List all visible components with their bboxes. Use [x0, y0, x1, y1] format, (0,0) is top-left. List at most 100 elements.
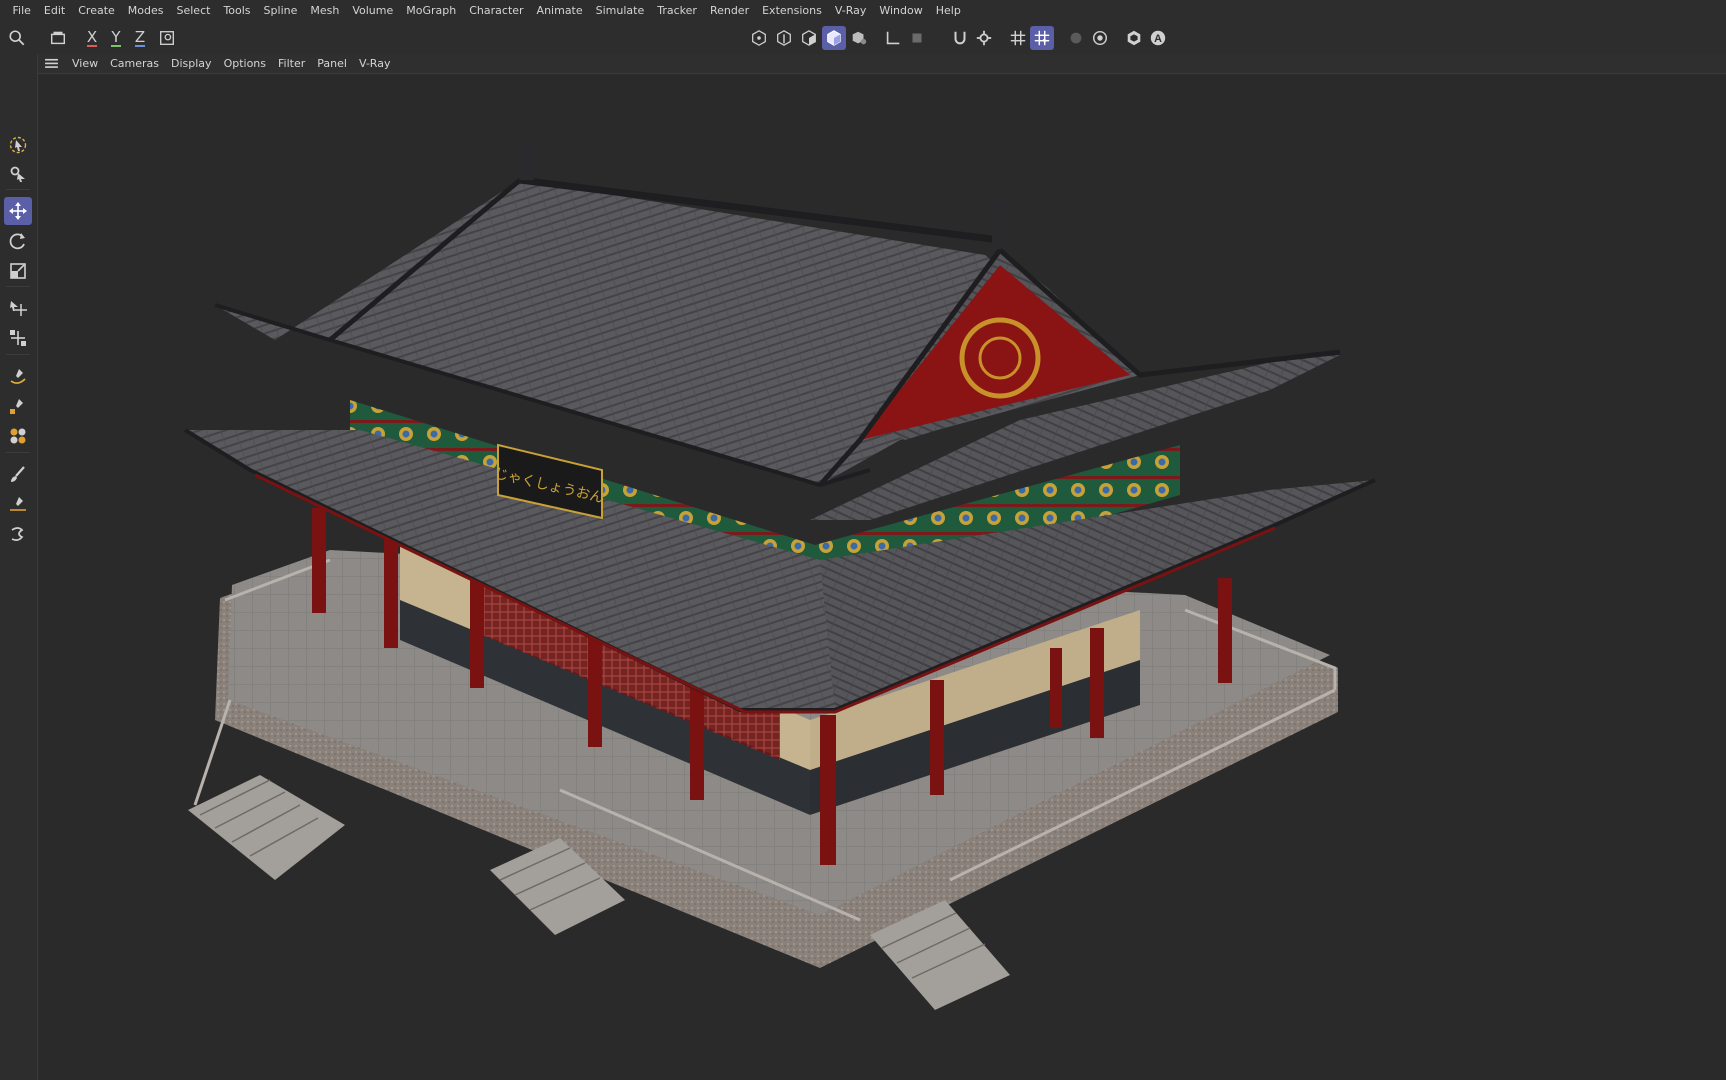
solo-button[interactable] — [905, 26, 929, 50]
search-icon — [9, 30, 25, 46]
snap-gear-icon — [976, 30, 992, 46]
axis-z-lock-button[interactable]: Z — [128, 26, 152, 50]
axis-y-lock-button[interactable]: Y — [104, 26, 128, 50]
camera-icon — [50, 31, 66, 45]
render-settings-icon — [1092, 30, 1108, 46]
viewport-menu-vray[interactable]: V-Ray — [353, 54, 397, 74]
menu-tracker[interactable]: Tracker — [651, 0, 704, 22]
rotate-tool-button[interactable] — [4, 227, 32, 255]
uv-mode-icon — [852, 31, 867, 45]
menu-help[interactable]: Help — [929, 0, 967, 22]
axis-x-lock-button[interactable]: X — [80, 26, 104, 50]
undo-view-button[interactable] — [46, 26, 70, 50]
model-mode-button[interactable] — [822, 26, 846, 50]
left-toolbar — [0, 54, 38, 1080]
transform-icon — [10, 301, 27, 316]
menu-animate[interactable]: Animate — [530, 0, 589, 22]
rotate-icon — [9, 233, 25, 250]
polygons-mode-button[interactable] — [797, 26, 821, 50]
solo-icon — [912, 33, 922, 43]
menu-tools[interactable]: Tools — [217, 0, 257, 22]
main-menubar: File Edit Create Modes Select Tools Spli… — [0, 0, 1726, 22]
edges-mode-button[interactable] — [772, 26, 796, 50]
sketch-tool-button[interactable] — [4, 392, 32, 420]
viewport-menu-display[interactable]: Display — [165, 54, 218, 74]
viewport-panel-menu-button[interactable] — [42, 54, 60, 74]
render-settings-button[interactable] — [1088, 26, 1112, 50]
uv-mode-button[interactable] — [847, 26, 871, 50]
vray-ipr-button[interactable]: A — [1146, 26, 1170, 50]
menu-render[interactable]: Render — [703, 0, 755, 22]
brush-tool-button[interactable] — [4, 460, 32, 488]
snap-settings-button[interactable] — [972, 26, 996, 50]
coordinate-system-button[interactable] — [155, 26, 179, 50]
scale-icon — [10, 263, 26, 279]
left-toolbar-separator — [6, 452, 30, 453]
menu-character[interactable]: Character — [463, 0, 530, 22]
multi-transform-button[interactable] — [4, 324, 32, 352]
vray-hexagon-icon — [1127, 30, 1141, 46]
paint-pen-icon — [10, 497, 26, 511]
move-arrows-icon — [9, 202, 27, 220]
menu-mesh[interactable]: Mesh — [304, 0, 346, 22]
left-toolbar-separator — [6, 354, 30, 355]
axis-y-label: Y — [111, 28, 121, 47]
3d-viewport[interactable]: じゃくしょうおん — [39, 75, 1726, 1080]
scale-tool-button[interactable] — [4, 257, 32, 285]
axis-z-label: Z — [134, 28, 146, 47]
render-region-button[interactable] — [1064, 26, 1088, 50]
viewport-menu-options[interactable]: Options — [218, 54, 272, 74]
transform-tool-button[interactable] — [4, 294, 32, 322]
live-selection-icon — [9, 136, 27, 154]
menu-volume[interactable]: Volume — [346, 0, 400, 22]
coordinate-system-icon — [160, 31, 174, 45]
viewport-menu-panel[interactable]: Panel — [311, 54, 353, 74]
grid-snap-button[interactable] — [1030, 26, 1054, 50]
move-tool-button[interactable] — [4, 197, 32, 225]
menu-extensions[interactable]: Extensions — [756, 0, 829, 22]
spline-pen-button[interactable] — [4, 362, 32, 390]
hamburger-icon — [44, 58, 58, 68]
menu-window[interactable]: Window — [873, 0, 929, 22]
menu-file[interactable]: File — [6, 0, 37, 22]
selection-gear-icon — [10, 166, 25, 182]
snap-magnet-button[interactable] — [948, 26, 972, 50]
mograph-tool-button[interactable] — [4, 422, 32, 450]
workplane-button[interactable] — [881, 26, 905, 50]
points-mode-icon — [752, 30, 766, 46]
vray-a-icon: A — [1150, 30, 1166, 46]
temple-3d-model[interactable]: じゃくしょうおん — [39, 75, 1726, 1080]
sculpt-icon — [11, 527, 24, 542]
grid-snap-icon — [1034, 30, 1050, 46]
menu-simulate[interactable]: Simulate — [589, 0, 651, 22]
menu-select[interactable]: Select — [170, 0, 217, 22]
sketch-pen-icon — [10, 399, 23, 414]
grid-button[interactable] — [1006, 26, 1030, 50]
sculpt-tool-button[interactable] — [4, 520, 32, 548]
selection-tools-button[interactable] — [4, 160, 32, 188]
model-mode-icon — [827, 30, 841, 46]
left-toolbar-separator — [6, 189, 30, 190]
grid-icon — [1010, 30, 1026, 46]
polygons-mode-icon — [802, 30, 816, 46]
vray-render-button[interactable] — [1122, 26, 1146, 50]
menu-create[interactable]: Create — [72, 0, 122, 22]
brush-icon — [11, 466, 25, 482]
paint-tool-button[interactable] — [4, 490, 32, 518]
left-toolbar-separator — [6, 286, 30, 287]
viewport-menu-cameras[interactable]: Cameras — [104, 54, 165, 74]
stairs-left — [188, 775, 345, 880]
viewport-menu-view[interactable]: View — [66, 54, 104, 74]
search-button[interactable] — [5, 26, 29, 50]
live-selection-button[interactable] — [4, 131, 32, 159]
viewport-menu-filter[interactable]: Filter — [272, 54, 311, 74]
menu-modes[interactable]: Modes — [121, 0, 170, 22]
menu-edit[interactable]: Edit — [37, 0, 71, 22]
render-region-icon — [1070, 32, 1082, 44]
menu-vray[interactable]: V-Ray — [828, 0, 873, 22]
points-mode-button[interactable] — [747, 26, 771, 50]
menu-spline[interactable]: Spline — [257, 0, 304, 22]
menu-mograph[interactable]: MoGraph — [400, 0, 463, 22]
ridge-finial-right — [992, 200, 1006, 245]
workplane-icon — [886, 31, 900, 45]
